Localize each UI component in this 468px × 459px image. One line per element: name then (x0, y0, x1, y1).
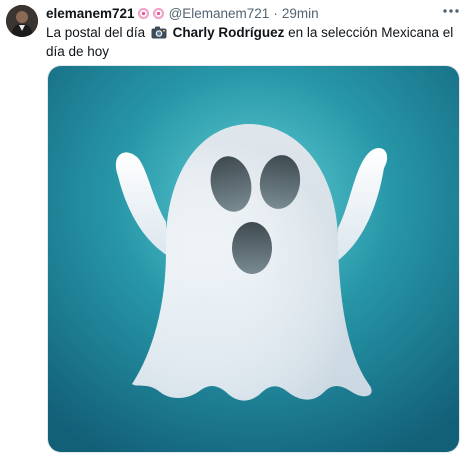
more-options-button[interactable] (440, 2, 462, 20)
avatar-image (6, 5, 38, 37)
user-handle[interactable]: @Elemanem721 (169, 6, 270, 21)
more-options-icon (443, 9, 459, 13)
ghost-illustration (48, 66, 459, 452)
lollipop-icon (137, 7, 149, 19)
camera-icon (151, 26, 167, 39)
lollipop-icon (152, 7, 164, 19)
timestamp[interactable]: 29min (282, 6, 319, 21)
separator-dot: · (273, 5, 278, 21)
tweet-text-bold[interactable]: Charly Rodríguez (173, 25, 285, 40)
tweet-text-start: La postal del día (46, 25, 146, 40)
tweet-media[interactable] (47, 65, 460, 453)
display-name[interactable]: elemanem721 (46, 6, 135, 21)
tweet-text: La postal del día Charly Rodríguez en la… (46, 23, 456, 61)
tweet-header: elemanem721 @Elemanem721 · 29min (46, 4, 319, 22)
avatar[interactable] (6, 5, 38, 37)
